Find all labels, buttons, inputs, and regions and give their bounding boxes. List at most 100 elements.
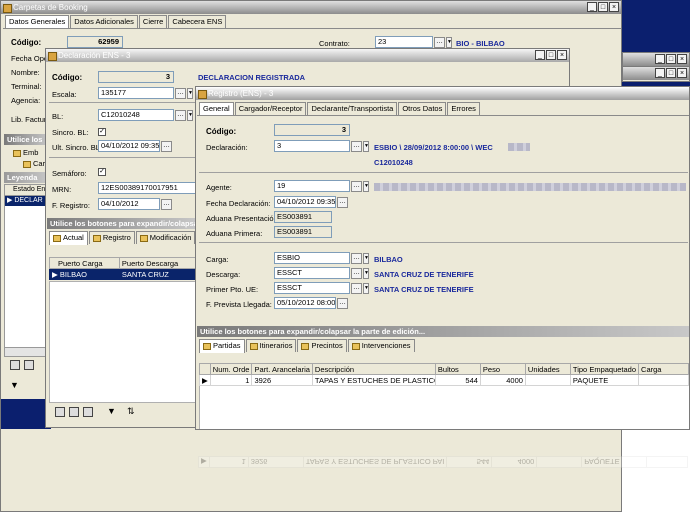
descarga-lookup-button[interactable]: … (351, 268, 362, 279)
restore-icon[interactable] (83, 407, 93, 417)
f-registro-field[interactable]: 04/10/2012 (98, 198, 160, 210)
booking-window-titlebar[interactable]: Carpetas de Booking _ □ × (1, 1, 621, 14)
contrato-field[interactable]: 23 (375, 36, 433, 48)
puertos-grid: Puerto Carga Puerto Descarga ▶ BILBAO SA… (49, 257, 198, 280)
descarga-dropdown-icon[interactable]: ▼ (363, 268, 369, 279)
tab-datos-generales[interactable]: Datos Generales (5, 15, 70, 29)
contrato-dropdown-icon[interactable]: ▼ (446, 37, 452, 48)
column-header[interactable]: Bultos (434, 363, 481, 375)
primer-pto-dropdown-icon[interactable]: ▼ (363, 283, 369, 294)
ult-sincro-picker-button[interactable]: … (161, 141, 172, 152)
descarga-field[interactable]: ESSCT (274, 267, 350, 279)
subtab-actual[interactable]: Actual (49, 231, 88, 245)
table-row[interactable]: ▶ BILBAO SANTA CRUZ (49, 268, 198, 280)
separator (199, 242, 688, 243)
bl-lookup-button[interactable]: … (175, 110, 186, 121)
escala-lookup-button[interactable]: … (175, 88, 186, 99)
carga-description: BILBAO (374, 255, 403, 264)
column-header[interactable]: Puerto Descarga (118, 257, 198, 269)
declaracion-dropdown-icon[interactable]: ▼ (363, 141, 369, 152)
descarga-description: SANTA CRUZ DE TENERIFE (374, 270, 474, 279)
collapse-icon[interactable] (69, 407, 79, 417)
declara-row[interactable]: ▶ DECLAR (5, 196, 47, 206)
agente-lookup-button[interactable]: … (351, 181, 362, 192)
column-header[interactable]: Num. Orde (209, 363, 253, 375)
primer-pto-field[interactable]: ESSCT (274, 282, 350, 294)
expand-icon[interactable] (10, 360, 20, 370)
minimize-button[interactable]: _ (587, 2, 597, 12)
tab-cargador-receptor[interactable]: Cargador/Receptor (234, 102, 307, 115)
close-button[interactable]: × (557, 50, 567, 60)
left-item-emb[interactable]: Emb (13, 148, 38, 157)
minimize-button[interactable]: _ (535, 50, 545, 60)
folder-icon (203, 342, 211, 350)
f-registro-label: F. Registro: (52, 201, 90, 210)
maximize-button[interactable]: □ (598, 2, 608, 12)
column-header[interactable]: Puerto Carga (49, 257, 120, 269)
carga-lookup-button[interactable]: … (351, 253, 362, 264)
subtab-modificacion[interactable]: Modificación (135, 231, 196, 244)
column-header[interactable]: Peso (479, 363, 526, 375)
filter-icon[interactable]: ▼ (10, 380, 19, 390)
tab-otros-datos[interactable]: Otros Datos (398, 102, 447, 115)
contrato-lookup-button[interactable]: … (434, 37, 445, 48)
sincro-checkbox[interactable]: ✓ (98, 128, 106, 136)
registro-window-titlebar[interactable]: Registro (ENS) - 3 (196, 87, 689, 100)
declaracion-label: Declaración: (206, 143, 248, 152)
contrato-label: Contrato: (319, 39, 350, 48)
agente-field[interactable]: 19 (274, 180, 350, 192)
tab-cierre[interactable]: Cierre (138, 15, 168, 28)
carga-field[interactable]: ESBIO (274, 252, 350, 264)
window-reflection: ▶ 1 3926 TAPAS Y ESTUCHES DE PLASTICO PA… (195, 430, 690, 512)
tab-cabecera-ens[interactable]: Cabecera ENS (168, 15, 227, 28)
column-header[interactable]: Descripción (311, 363, 436, 375)
subtab-itinerarios[interactable]: Itinerarios (245, 339, 297, 352)
column-header[interactable]: Unidades (524, 363, 571, 375)
fecha-declaracion-picker-button[interactable]: … (337, 197, 348, 208)
left-item-car[interactable]: Car (23, 159, 45, 168)
table-row[interactable]: ▶ 1 3926 TAPAS Y ESTUCHES DE PLASTICO PA… (199, 374, 689, 386)
column-header[interactable]: Part. Arancelaria (251, 363, 313, 375)
column-header[interactable]: Carga (638, 363, 689, 375)
tab-datos-adicionales[interactable]: Datos Adicionales (70, 15, 138, 28)
tab-errores[interactable]: Errores (447, 102, 480, 115)
window-icon (198, 90, 207, 99)
declaracion-description: ESBIO \ 28/09/2012 8:00:00 \ WEC (374, 143, 493, 152)
collapse-icon[interactable] (24, 360, 34, 370)
bl-field[interactable]: C12010248 (98, 109, 174, 121)
bl-dropdown-icon[interactable]: ▼ (187, 110, 193, 121)
codigo-field: 62959 (67, 36, 123, 48)
column-header[interactable]: Tipo Empaquetado (569, 363, 640, 375)
escala-field[interactable]: 135177 (98, 87, 174, 99)
close-button[interactable]: × (609, 2, 619, 12)
semaforo-checkbox[interactable]: ✓ (98, 168, 106, 176)
desktop-background (622, 0, 690, 100)
subtab-registro[interactable]: Registro (88, 231, 135, 244)
declaracion-field[interactable]: 3 (274, 140, 350, 152)
subtab-intervenciones[interactable]: Intervenciones (347, 339, 415, 352)
fecha-declaracion-field[interactable]: 04/10/2012 09:35 (274, 196, 336, 208)
f-registro-picker-button[interactable]: … (161, 199, 172, 210)
declaracion-lookup-button[interactable]: … (351, 141, 362, 152)
tab-general[interactable]: General (199, 102, 234, 116)
codigo-field: 3 (274, 124, 350, 136)
primer-pto-lookup-button[interactable]: … (351, 283, 362, 294)
subtab-precintos[interactable]: Precintos (297, 339, 347, 352)
row-selector[interactable]: ▶ (199, 374, 211, 386)
ult-sincro-field[interactable]: 04/10/2012 09:35 (98, 140, 160, 152)
declaracion-window-titlebar[interactable]: Declaración ENS - 3 _ □ × (46, 49, 569, 62)
left-toolbar (4, 358, 46, 372)
escala-dropdown-icon[interactable]: ▼ (187, 88, 193, 99)
tab-declarante-transportista[interactable]: Declarante/Transportista (307, 102, 398, 115)
expand-icon[interactable] (55, 407, 65, 417)
agente-dropdown-icon[interactable]: ▼ (363, 181, 369, 192)
f-prevista-picker-button[interactable]: … (337, 298, 348, 309)
f-prevista-field[interactable]: 05/10/2012 08:00 (274, 297, 336, 309)
sort-icon[interactable]: ⇅ (127, 406, 135, 417)
filter-icon[interactable]: ▼ (107, 406, 116, 416)
carga-dropdown-icon[interactable]: ▼ (363, 253, 369, 264)
maximize-button[interactable]: □ (546, 50, 556, 60)
mrn-field[interactable]: 12ES00389170017951 (98, 182, 196, 194)
subtab-partidas[interactable]: Partidas (199, 339, 245, 353)
left-scrollbar[interactable] (4, 347, 48, 357)
